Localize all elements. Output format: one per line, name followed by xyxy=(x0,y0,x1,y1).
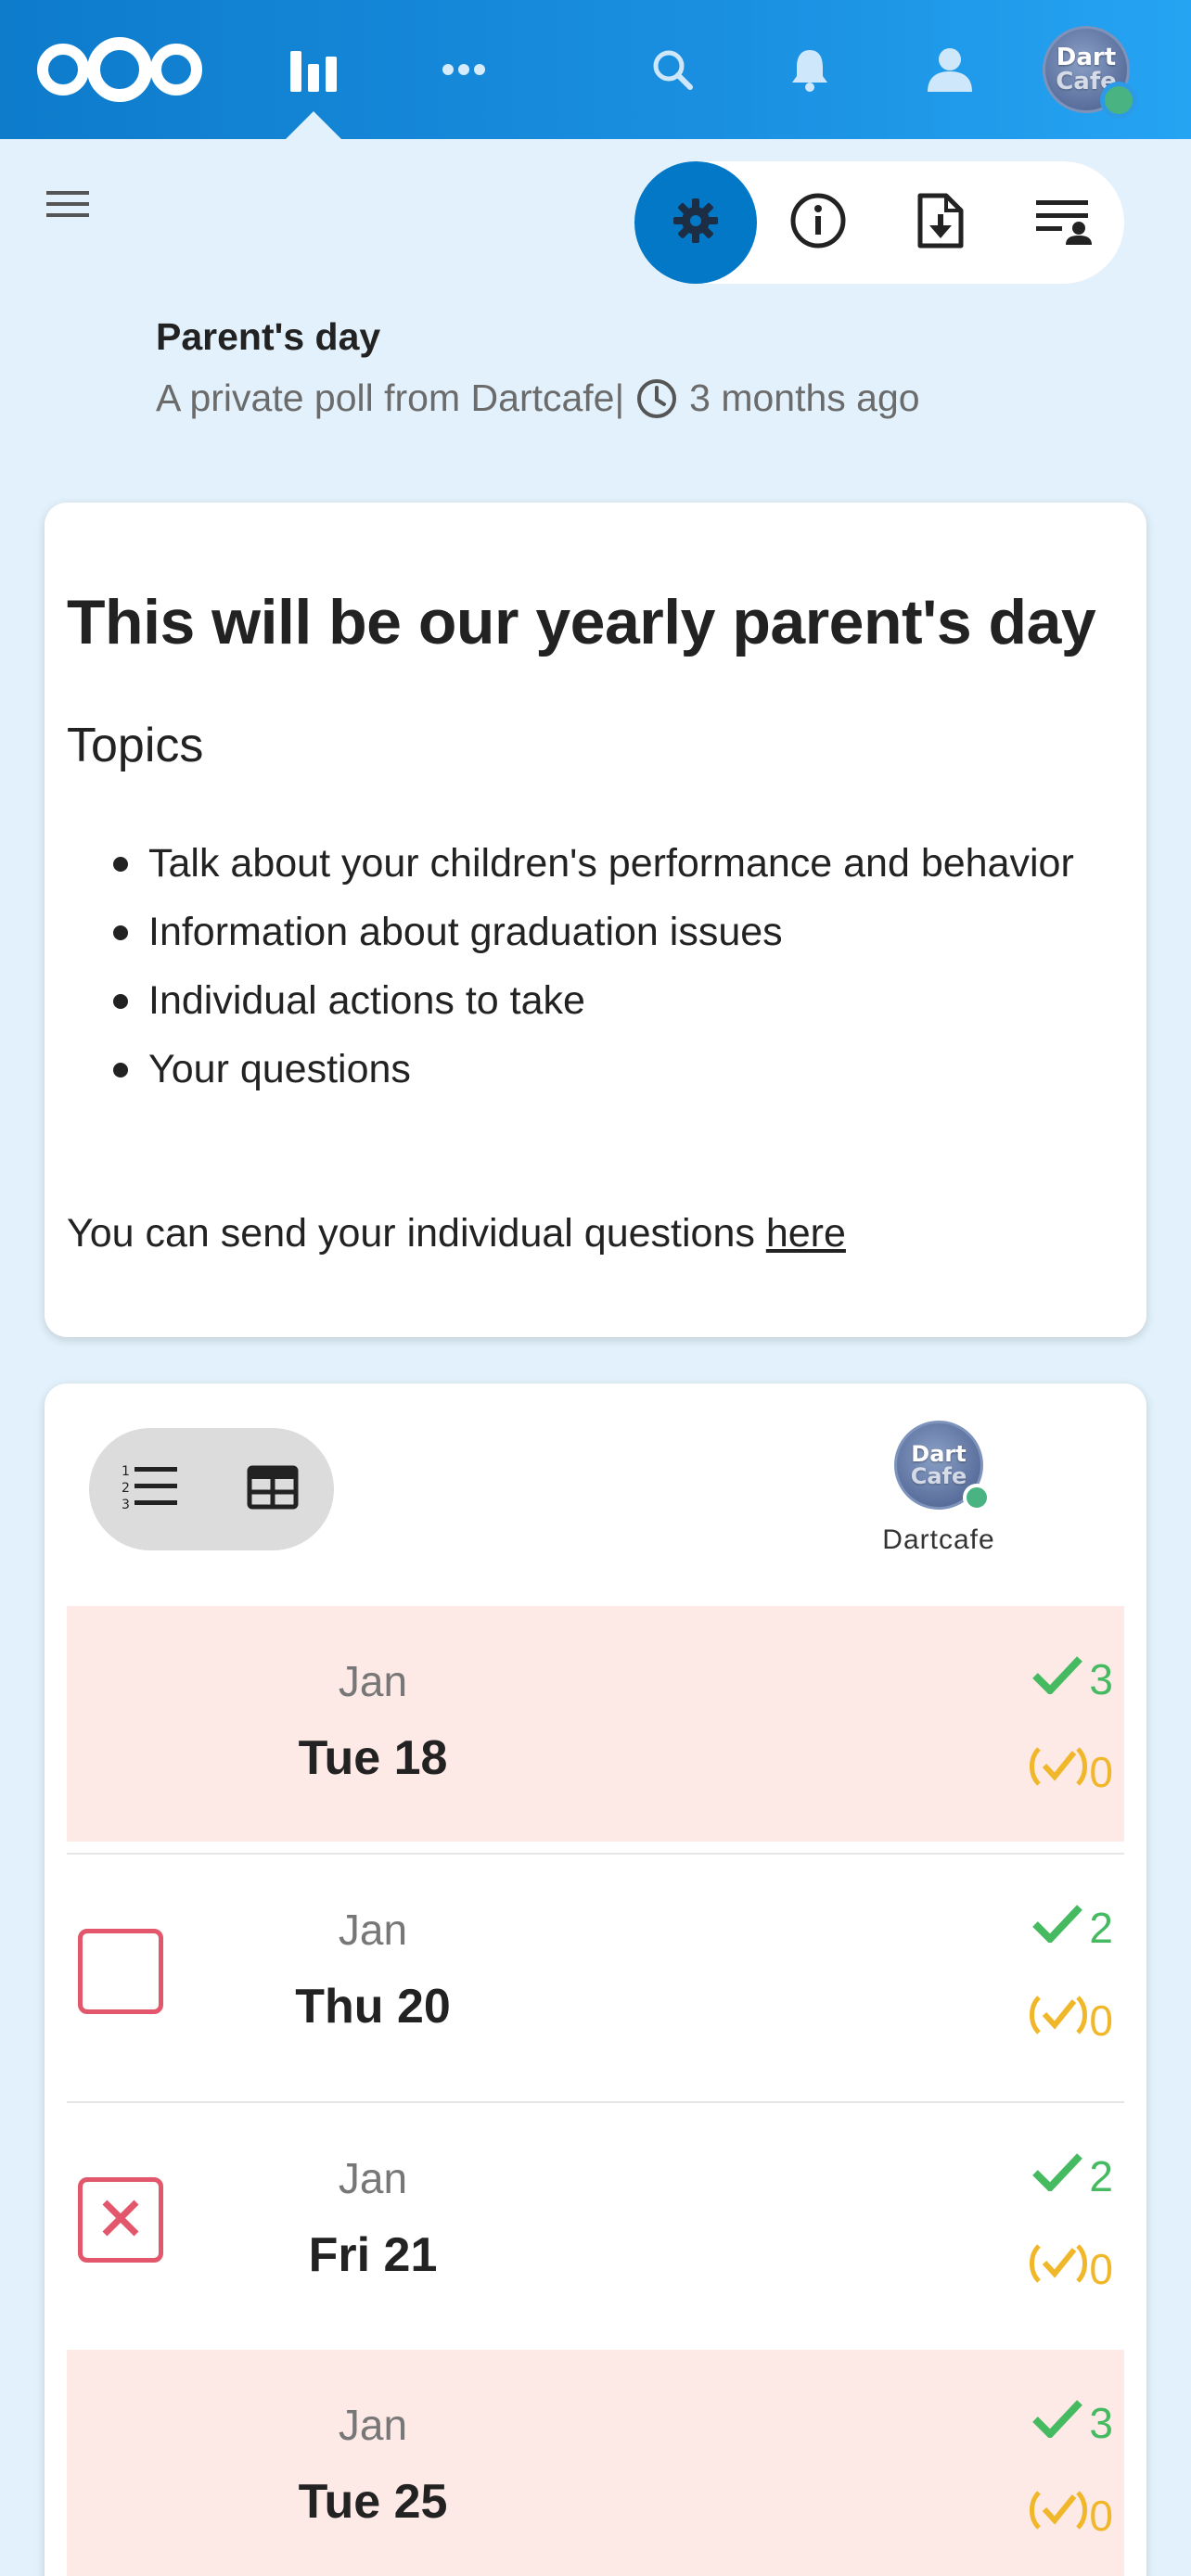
numbered-list-icon: 1 2 3 xyxy=(122,1463,179,1515)
yes-count: 3 xyxy=(1031,2398,1113,2448)
maybe-check-icon xyxy=(1028,2489,1089,2542)
maybe-check-icon xyxy=(1028,2242,1089,2295)
option-row: Jan Fri 21 2 0 xyxy=(67,2103,1124,2339)
online-status-dot xyxy=(963,1484,991,1511)
table-view-button[interactable] xyxy=(211,1428,334,1550)
file-download-icon xyxy=(916,192,965,253)
poll-owner-text: A private poll from Dartcafe xyxy=(156,376,615,419)
info-icon xyxy=(789,192,847,253)
list-item: Information about graduation issues xyxy=(113,898,1091,966)
check-icon xyxy=(1031,2151,1083,2201)
option-month: Jan xyxy=(338,1657,408,1705)
contacts-icon[interactable] xyxy=(916,37,981,102)
avatar-text-line1: Dart xyxy=(1056,44,1117,71)
maybe-count-value: 0 xyxy=(1089,1747,1113,1796)
yes-count-value: 2 xyxy=(1089,2152,1113,2200)
check-icon xyxy=(1031,1654,1083,1704)
nextcloud-logo-icon[interactable] xyxy=(33,37,206,102)
yes-count-value: 3 xyxy=(1089,1655,1113,1703)
option-day: Tue 18 xyxy=(298,1731,448,1785)
search-icon[interactable] xyxy=(640,37,705,102)
yes-count-value: 2 xyxy=(1089,1904,1113,1952)
poll-description-card: This will be our yearly parent's day Top… xyxy=(45,503,1146,1337)
option-row: Jan Tue 25 3 0 xyxy=(67,2350,1124,2576)
questions-link[interactable]: here xyxy=(766,1211,846,1256)
polls-app-icon[interactable] xyxy=(278,35,349,106)
poll-settings-button[interactable] xyxy=(634,161,757,284)
poll-title: Parent's day xyxy=(156,315,381,358)
svg-text:1: 1 xyxy=(122,1464,130,1479)
option-month: Jan xyxy=(338,2401,408,2449)
maybe-count-value: 0 xyxy=(1089,2491,1113,2540)
poll-age-text: 3 months ago xyxy=(689,376,920,419)
list-item: Your questions xyxy=(113,1035,1091,1103)
option-row: Jan Thu 20 2 0 xyxy=(67,1855,1124,2090)
clock-icon xyxy=(635,377,678,420)
avatar-text-line1: Dart xyxy=(911,1441,967,1467)
maybe-count: 0 xyxy=(1028,1994,1113,2047)
hamburger-menu-icon[interactable] xyxy=(45,185,109,241)
app-header: Dart Cafe xyxy=(0,0,1191,139)
vote-checkbox-no[interactable] xyxy=(78,2177,163,2263)
option-day: Fri 21 xyxy=(308,2228,438,2282)
yes-count: 2 xyxy=(1031,1903,1113,1953)
maybe-check-icon xyxy=(1028,1994,1089,2047)
table-icon xyxy=(247,1465,299,1513)
poll-info-button[interactable] xyxy=(757,161,879,284)
list-item: Individual actions to take xyxy=(113,966,1091,1035)
participant-column-header: Dart Cafe Dartcafe xyxy=(835,1421,1043,1569)
gear-icon xyxy=(672,197,720,249)
option-day: Thu 20 xyxy=(295,1980,451,2034)
maybe-count-value: 0 xyxy=(1089,1996,1113,2045)
participant-name: Dartcafe xyxy=(882,1524,995,1555)
maybe-check-icon xyxy=(1028,1745,1089,1798)
description-subheading: Topics xyxy=(67,719,204,772)
view-mode-toggle: 1 2 3 xyxy=(89,1428,334,1550)
close-icon xyxy=(97,2195,144,2245)
topics-list: Talk about your children's performance a… xyxy=(113,829,1091,1103)
maybe-count: 0 xyxy=(1028,1745,1113,1798)
avatar-text-line2: Cafe xyxy=(910,1463,967,1489)
maybe-count-value: 0 xyxy=(1089,2244,1113,2293)
maybe-count: 0 xyxy=(1028,2242,1113,2295)
poll-toolbar xyxy=(634,161,1124,284)
svg-text:3: 3 xyxy=(122,1498,130,1511)
yes-count-value: 3 xyxy=(1089,2399,1113,2447)
svg-text:2: 2 xyxy=(122,1481,130,1496)
meta-separator: | xyxy=(614,376,625,419)
poll-meta: A private poll from Dartcafe | 3 months … xyxy=(156,376,920,420)
vote-checkbox[interactable] xyxy=(78,1929,163,2014)
description-footer: You can send your individual questions h… xyxy=(67,1211,846,1256)
yes-count: 3 xyxy=(1031,1654,1113,1704)
notifications-bell-icon[interactable] xyxy=(777,37,842,102)
footer-text: You can send your individual questions xyxy=(67,1211,766,1256)
check-icon xyxy=(1031,2398,1083,2448)
more-apps-icon[interactable] xyxy=(429,37,499,102)
online-status-dot xyxy=(1100,82,1137,119)
maybe-count: 0 xyxy=(1028,2489,1113,2542)
option-month: Jan xyxy=(338,1906,408,1954)
poll-options-card: 1 2 3 Dart Cafe Dartcafe Jan Tue 18 3 0 … xyxy=(45,1384,1146,2576)
yes-count: 2 xyxy=(1031,2151,1113,2201)
check-icon xyxy=(1031,1903,1083,1953)
list-view-button[interactable]: 1 2 3 xyxy=(89,1428,211,1550)
participants-sidebar-button[interactable] xyxy=(1002,161,1124,284)
description-heading: This will be our yearly parent's day xyxy=(67,587,1096,657)
option-day: Tue 25 xyxy=(298,2475,448,2529)
list-item: Talk about your children's performance a… xyxy=(113,829,1091,898)
export-poll-button[interactable] xyxy=(879,161,1002,284)
option-month: Jan xyxy=(338,2154,408,2202)
active-app-indicator xyxy=(286,111,341,139)
option-row: Jan Tue 18 3 0 xyxy=(67,1606,1124,1842)
list-user-icon xyxy=(1034,197,1092,249)
